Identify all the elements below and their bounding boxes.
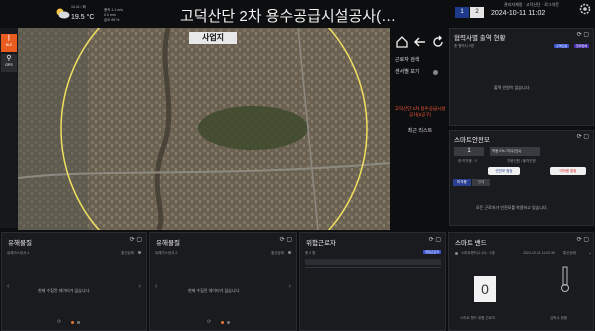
helmet-panel-tools[interactable]: ⟳ ▢ [577, 133, 589, 140]
user-info[interactable]: 관리자계정 · 고덕산단 · 로그아웃 [504, 2, 559, 8]
tab-all[interactable]: 전체 [472, 179, 490, 186]
gas1-prev-arrow[interactable]: ‹ [7, 283, 9, 290]
gas2-title: 유해물질 [156, 240, 180, 247]
helmet-title: 스마트안전모 [454, 137, 490, 144]
band-label-danger: 스마트 밴드 위험 근로자 [460, 316, 496, 320]
helmet-empty-message: 모든 근로자가 안전모를 착용하고 있습니다. [476, 205, 548, 210]
temperature: 19.5 °C [71, 14, 95, 21]
gas1-status-dot [138, 251, 141, 254]
unworn-alert-button[interactable]: 미착용 알림 [550, 167, 586, 175]
satellite-icon: ⚲ [6, 55, 12, 62]
danger-workers-panel: 위험근로자 ⟳ ▢ 총 0 명 위험근로자 [299, 232, 446, 331]
page-button-2[interactable]: 2 [470, 7, 484, 18]
hazard-gas-panel-2: 유해물질 ⟳ ▢ 유해가스센서-2 통신상태 ‹ › 현재 수집된 데이터가 없… [149, 232, 297, 331]
sensor-toggle[interactable] [433, 70, 438, 75]
panel-tools[interactable]: ⟳ ▢ [577, 31, 589, 38]
page-button-1[interactable]: 1 [455, 7, 469, 18]
rainfall: 0.0 mm [104, 13, 116, 17]
band-device-dot [455, 252, 458, 255]
danger-table-header [305, 259, 441, 265]
tab-unworn[interactable]: 미착용 [453, 179, 471, 186]
danger-count: 총 0 명 [305, 251, 316, 255]
smart-helmet-panel: 스마트안전모 ⟳ ▢ 1 작동 0% / 미수신(1) 총 미착용 : 0 착용… [449, 130, 594, 226]
humidity: 습도 65 % [104, 18, 120, 22]
gas1-refresh-icon[interactable]: ⟳ [57, 319, 61, 325]
band-timestamp: 2024-10-11 11:02:30 [523, 251, 555, 255]
helmet-status-bar: 작동 0% / 미수신(1) [490, 147, 540, 156]
band-label-heartrate: 심박수 현황 [550, 316, 568, 320]
gas1-status: 통신상태 [121, 251, 134, 255]
map-control-panel: 근로자 검색 센서별 보기 고덕산단 2차 용수공급시설공사(2공구) 최근 리… [392, 28, 448, 230]
current-datetime: 2024-10-11 11:02 [491, 10, 546, 17]
gas1-empty-message: 현재 수집된 데이터가 없습니다. [38, 288, 91, 293]
danger-table-divider [305, 267, 441, 268]
gas1-tools[interactable]: ⟳ ▢ [130, 236, 142, 243]
access-badge-partners[interactable]: 협력업체 [573, 44, 589, 48]
gas2-tools[interactable]: ⟳ ▢ [280, 236, 292, 243]
site-name-highlight[interactable]: 고덕산단 2차 용수공급시설공사(2공구) [394, 106, 446, 117]
access-count: 총 협력사 0명 [454, 44, 474, 48]
band-expand-icon[interactable]: ⌄ [588, 250, 592, 256]
danger-tools[interactable]: ⟳ ▢ [429, 236, 441, 243]
helmet-caption-ratio: 착용인원 / 불착인원 [507, 159, 536, 163]
access-status-panel: 협력사별 출역 현황 ⟳ ▢ 총 협력사 0명 출역인원 협력업체 출역 인원이… [449, 28, 594, 126]
refresh-icon[interactable] [430, 34, 446, 50]
gas1-device: 유해가스센서-1 [7, 251, 30, 255]
ble-label: BLE [5, 43, 13, 47]
recent-list-menu[interactable]: 최근 리스트 [392, 126, 448, 137]
band-danger-count: 0 [474, 276, 496, 302]
satellite-map[interactable] [18, 28, 390, 230]
gps-button[interactable]: ⚲ GPS [1, 54, 17, 72]
gas2-page-dot-2[interactable] [227, 321, 230, 324]
gas2-next-arrow[interactable]: › [289, 283, 291, 290]
band-title: 스마트 밴드 [455, 240, 487, 247]
home-icon[interactable] [394, 34, 410, 50]
gps-label: GPS [5, 63, 13, 67]
danger-badge[interactable]: 위험근로자 [423, 250, 441, 254]
gas2-page-dot-1[interactable] [221, 321, 224, 324]
band-tools[interactable]: ⟳ ▢ [577, 236, 589, 243]
gas1-next-arrow[interactable]: › [139, 283, 141, 290]
helmet-check-button[interactable]: 안전모 점검 [488, 167, 520, 175]
gas1-page-dot-2[interactable] [77, 321, 80, 324]
gas2-empty-message: 현재 수집된 데이터가 없습니다. [188, 288, 241, 293]
gas2-status-dot [288, 251, 291, 254]
helmet-count: 1 [454, 147, 484, 156]
gas2-prev-arrow[interactable]: ‹ [155, 283, 157, 290]
access-empty-message: 출역 인원이 없습니다. [494, 85, 531, 90]
arrow-left-icon[interactable] [412, 34, 428, 50]
page-title: 고덕산단 2차 용수공급시설공사(… [180, 8, 397, 25]
band-status: 통신상태 [563, 251, 576, 255]
gas2-device: 유해가스센서-2 [155, 251, 178, 255]
map-site-label: 사업지 [189, 32, 237, 44]
weather-date: 10-11 / 화 [71, 5, 86, 9]
sensor-view-label: 센서별 보기 [395, 69, 420, 75]
ble-button[interactable]: ᛒ BLE [1, 34, 17, 52]
access-title: 협력사별 출역 현황 [454, 35, 506, 42]
partly-cloudy-icon [56, 8, 70, 19]
hazard-gas-panel-1: 유해물질 ⟳ ▢ 유해가스센서-1 통신상태 ‹ › 현재 수집된 데이터가 없… [1, 232, 147, 331]
gas1-page-dot-1[interactable] [71, 321, 74, 324]
gas2-refresh-icon[interactable]: ⟳ [207, 319, 211, 325]
thermometer-icon [561, 266, 569, 292]
gas1-title: 유해물질 [8, 240, 32, 247]
danger-title: 위험근로자 [306, 240, 336, 247]
sensor-view-menu[interactable]: 센서별 보기 [392, 67, 448, 78]
access-badge-workers[interactable]: 출역인원 [553, 44, 569, 48]
gear-icon[interactable] [578, 2, 592, 16]
helmet-caption-total: 총 미착용 : 0 [458, 159, 477, 163]
worker-search-menu[interactable]: 근로자 검색 [392, 55, 448, 66]
band-device: 스마트밴드(1-10) · 1명 [461, 251, 495, 255]
smart-band-panel: 스마트 밴드 ⟳ ▢ 스마트밴드(1-10) · 1명 2024-10-11 1… [448, 232, 594, 331]
gas2-status: 통신상태 [271, 251, 284, 255]
bluetooth-icon: ᛒ [6, 35, 12, 42]
